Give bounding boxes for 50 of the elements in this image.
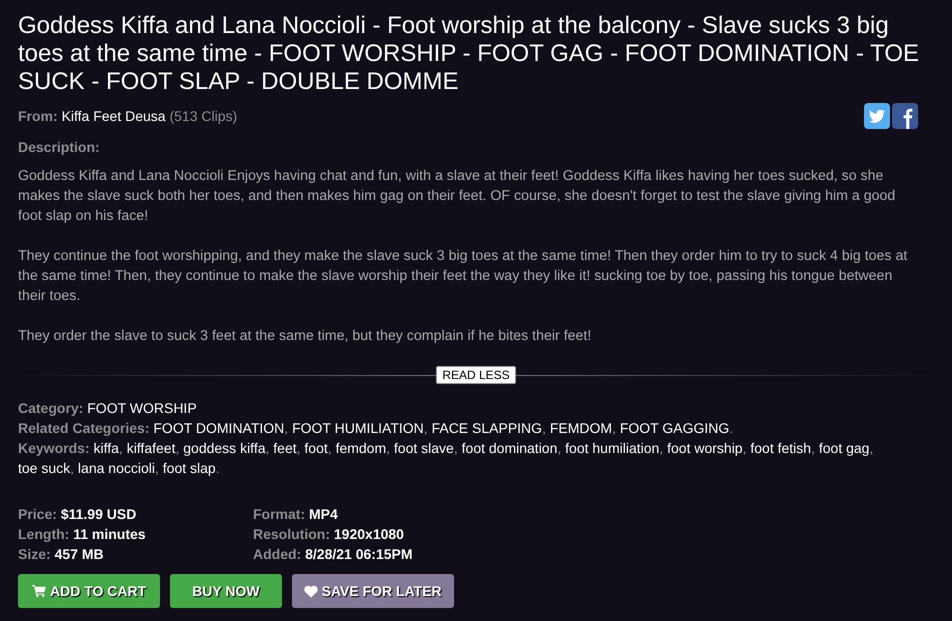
tag-link[interactable]: kiffa xyxy=(93,440,119,456)
description-paragraph: They order the slave to suck 3 feet at the same time, but they complain if he bites their feet! xyxy=(18,327,592,346)
tag-link[interactable]: foot humiliation xyxy=(565,440,660,456)
tag-link[interactable]: FOOT WORSHIP xyxy=(87,400,197,416)
tag-link[interactable]: foot fetish xyxy=(750,440,812,456)
description-paragraph: Goddess Kiffa and Lana Noccioli Enjoys having chat and fun, with a slave at their feet! Goddess Kiffa likes having her toes sucked, so she makes the slave suck both her toes, and then makes him gag on their feet. OF course, she doesn't forget to test the slave giving him a good foot slap on his face! xyxy=(18,167,896,226)
tag-link[interactable]: foot worship xyxy=(667,440,743,456)
description-paragraph: They continue the foot worshipping, and they make the slave suck 3 big toes at the same time! Then they order him to try to suck 4 big toes at the same time! Then, they continue to make the slave worship their feet the way they like it! sucking toe by toe, passing his tongue between their toes. xyxy=(18,247,908,306)
tag-link[interactable]: foot slap xyxy=(162,460,216,476)
tag-link[interactable]: foot domination xyxy=(462,440,558,456)
tag-link[interactable]: FOOT GAGGING xyxy=(620,420,730,436)
tag-link[interactable]: femdom xyxy=(336,440,386,456)
detail-value: $11.99 USD xyxy=(60,506,136,522)
cart-icon xyxy=(32,585,46,597)
detail-label: Size: xyxy=(18,546,51,562)
tag-line: Related Categories: FOOT DOMINATION, FOOT HUMILIATION, FACE SLAPPING, FEMDOM, FOOT GAGGING. xyxy=(18,419,734,438)
tag-link[interactable]: FEMDOM xyxy=(550,420,612,436)
clip-title: Goddess Kiffa and Lana Noccioli - Foot worship at the balcony - Slave sucks 3 big toes at the same time - FOOT WORSHIP - FOOT GAG - FOOT DOMINATION - TOE SUCK - FOOT SLAP - DOUBLE DOMME xyxy=(18,12,920,96)
description-label: Description: xyxy=(18,138,101,157)
seller-link[interactable]: Kiffa Feet Deusa xyxy=(62,108,166,124)
tag-link[interactable]: foot gag xyxy=(818,440,870,456)
tag-line: Keywords: kiffa, kiffafeet, goddess kiffa, feet, foot, femdom, foot slave, foot domination, foot humiliation, foot worship, foot fetish, foot gag, toe suck, lana noccioli, foot slap. xyxy=(18,439,874,478)
from-label: From: xyxy=(18,108,58,124)
detail-label: Price: xyxy=(18,506,57,522)
detail-label: Length: xyxy=(18,526,70,542)
tag-link[interactable]: foot slave xyxy=(394,440,454,456)
detail-label: Resolution: xyxy=(253,526,330,542)
tag-link[interactable]: feet xyxy=(273,440,297,456)
tag-link[interactable]: foot xyxy=(304,440,328,456)
heart-icon xyxy=(304,584,318,598)
detail-label: Added: xyxy=(253,546,302,562)
tag-link[interactable]: goddess kiffa xyxy=(183,440,266,456)
tag-link[interactable]: toe suck xyxy=(18,460,70,476)
tag-link[interactable]: kiffafeet xyxy=(126,440,176,456)
read-less-button[interactable]: READ LESS xyxy=(436,366,516,384)
save-for-later-button[interactable]: SAVE FOR LATER xyxy=(292,574,454,608)
tag-link[interactable]: FOOT HUMILIATION xyxy=(292,420,424,436)
tag-link[interactable]: FOOT DOMINATION xyxy=(153,420,284,436)
tag-link[interactable]: FACE SLAPPING xyxy=(432,420,542,436)
twitter-share-icon[interactable] xyxy=(864,103,890,129)
detail-value: 1920x1080 xyxy=(334,526,404,542)
facebook-share-icon[interactable] xyxy=(892,103,918,129)
clip-count: (513 Clips) xyxy=(169,108,238,124)
tag-link[interactable]: lana noccioli xyxy=(78,460,155,476)
detail-value: 8/28/21 06:15PM xyxy=(305,546,413,562)
detail-label: Format: xyxy=(253,506,306,522)
detail-value: 457 MB xyxy=(54,546,104,562)
tag-line: Category: FOOT WORSHIP xyxy=(18,399,198,418)
detail-value: 11 minutes xyxy=(73,526,146,542)
detail-value: MP4 xyxy=(309,506,338,522)
